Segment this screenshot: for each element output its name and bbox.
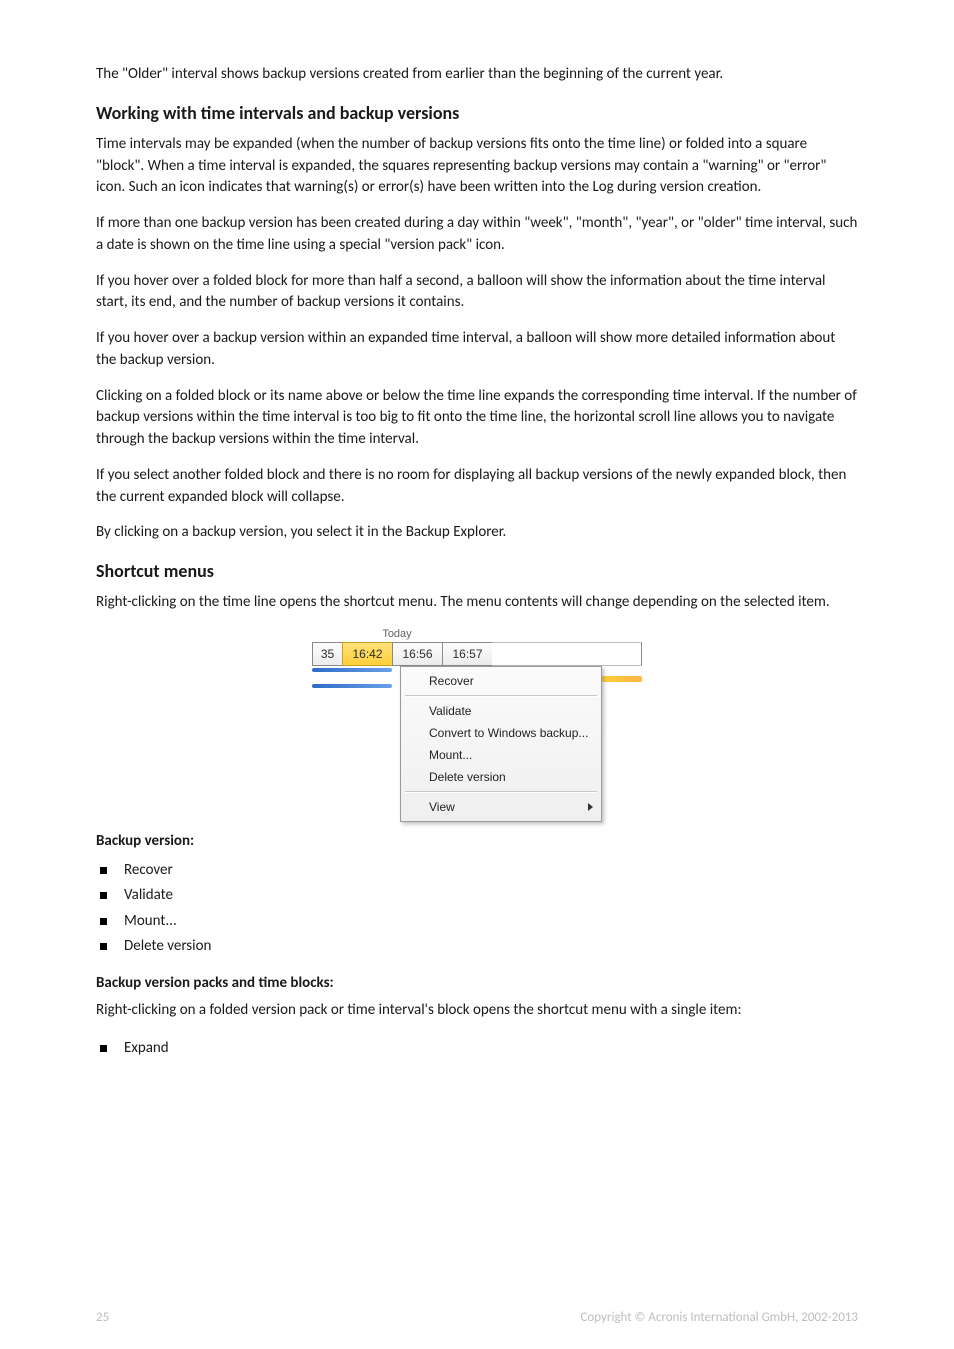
body-paragraph: If you hover over a folded block for mor… [96,271,858,315]
timeline-empty [492,642,642,666]
section-heading-intervals: Working with time intervals and backup v… [96,102,858,124]
timeline: 35 16:42 16:56 16:57 [312,642,642,666]
timeline-screenshot: Today 35 16:42 16:56 16:57 Recover Valid… [312,628,642,816]
body-paragraph: Time intervals may be expanded (when the… [96,134,858,199]
page-footer: 25 Copyright © Acronis International Gmb… [96,1310,858,1325]
intro-paragraph: The "Older" interval shows backup versio… [96,64,858,86]
document-page: The "Older" interval shows backup versio… [0,0,954,1349]
list-heading-backup-version: Backup version: [96,832,858,850]
timeline-highlight [602,676,642,682]
menu-separator [405,791,597,793]
body-paragraph: Right-clicking on a folded version pack … [96,1000,858,1022]
menu-item-delete[interactable]: Delete version [401,766,601,788]
body-paragraph: If more than one backup version has been… [96,213,858,257]
menu-item-validate[interactable]: Validate [401,700,601,722]
body-paragraph: If you select another folded block and t… [96,465,858,509]
list-item: Recover [98,858,858,884]
menu-item-recover[interactable]: Recover [401,670,601,692]
bullet-list-backup-version: Recover Validate Mount... Delete version [96,858,858,960]
body-paragraph: Clicking on a folded block or its name a… [96,386,858,451]
menu-item-mount[interactable]: Mount... [401,744,601,766]
copyright-text: Copyright © Acronis International GmbH, … [580,1310,858,1325]
embedded-screenshot: Today 35 16:42 16:56 16:57 Recover Valid… [96,628,858,816]
context-menu-area: Recover Validate Convert to Windows back… [312,666,642,816]
timeline-version-selected[interactable]: 16:42 [342,642,392,666]
list-item: Delete version [98,934,858,960]
menu-item-view[interactable]: View [401,796,601,818]
timeline-version[interactable]: 16:56 [392,642,442,666]
list-heading-packs: Backup version packs and time blocks: [96,974,858,992]
bullet-list-packs: Expand [96,1036,858,1062]
body-paragraph: By clicking on a backup version, you sel… [96,522,858,544]
timeline-block-prev[interactable]: 35 [312,642,342,666]
list-item: Mount... [98,909,858,935]
menu-item-label: View [429,800,455,814]
section-heading-shortcut-menus: Shortcut menus [96,560,858,582]
page-number: 25 [96,1310,109,1325]
timeline-today-label: Today [152,628,642,640]
list-item: Validate [98,883,858,909]
menu-item-convert[interactable]: Convert to Windows backup... [401,722,601,744]
timeline-scroll-indicator [312,684,392,688]
context-menu: Recover Validate Convert to Windows back… [400,666,602,822]
body-paragraph: If you hover over a backup version withi… [96,328,858,372]
body-paragraph: Right-clicking on the time line opens th… [96,592,858,614]
timeline-version[interactable]: 16:57 [442,642,492,666]
list-item: Expand [98,1036,858,1062]
timeline-scroll-indicator [312,668,392,672]
menu-separator [405,695,597,697]
